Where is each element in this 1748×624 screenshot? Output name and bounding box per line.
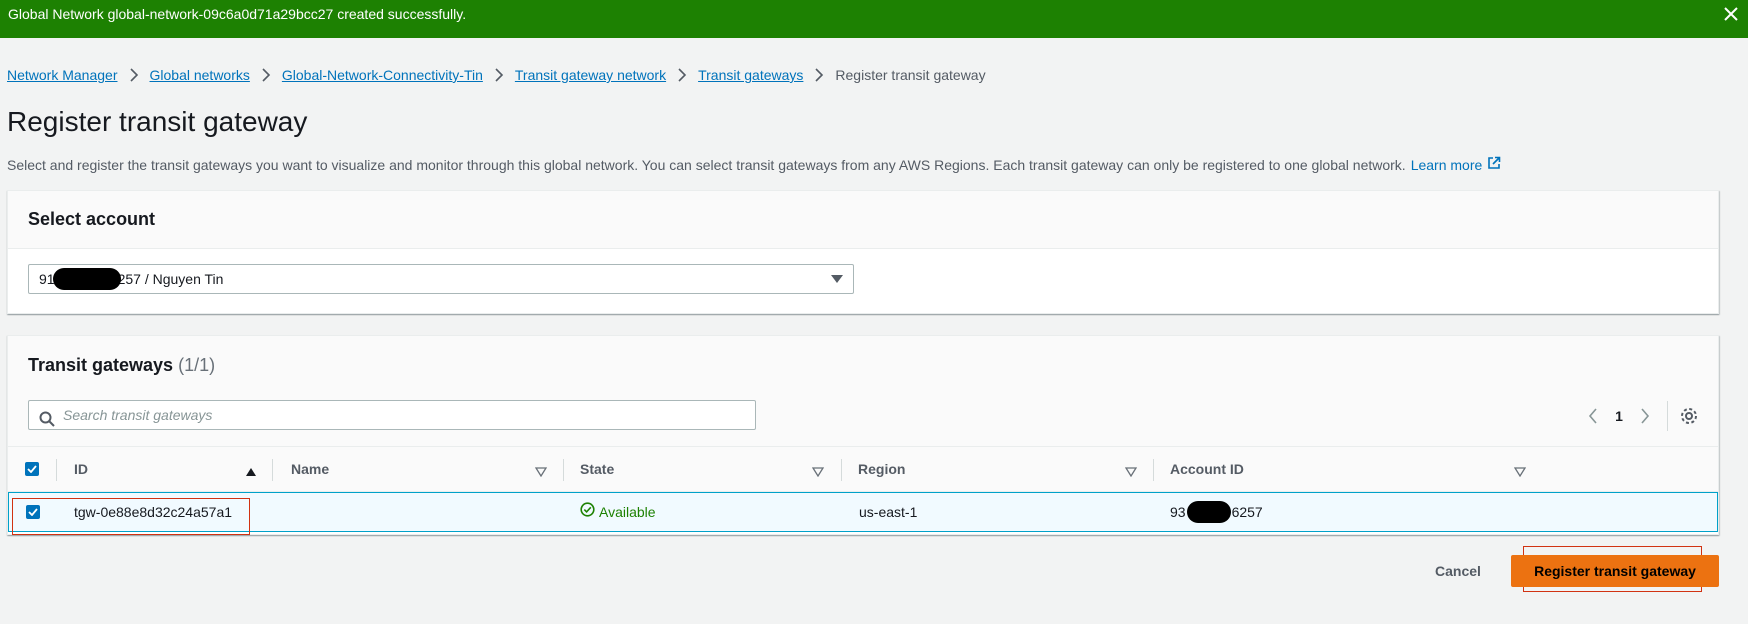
panel-header (8, 191, 1718, 249)
learn-more-label: Learn more (1410, 156, 1483, 173)
table-header-row: ID Name State Region Account ID (8, 446, 1718, 492)
breadcrumb: Network Manager Global networks Global-N… (7, 65, 986, 85)
redaction-mark (53, 268, 121, 290)
chevron-right-icon (250, 68, 282, 82)
previous-page-icon[interactable] (1583, 406, 1603, 426)
selection-count: (1/1) (178, 355, 216, 375)
sort-unsorted-icon[interactable] (1513, 464, 1527, 482)
close-icon[interactable] (1722, 4, 1740, 22)
select-account-title: Select account (28, 209, 156, 229)
current-page-number[interactable]: 1 (1603, 408, 1635, 424)
page-description: Select and register the transit gateways… (7, 156, 1501, 173)
chevron-right-icon (803, 68, 835, 82)
select-account-panel: Select account 91 257 / Nguyen Tin (7, 190, 1719, 314)
status-ok-icon (580, 493, 595, 531)
pager-divider (1667, 401, 1668, 431)
select-all-checkbox[interactable] (25, 462, 39, 476)
caret-down-icon (831, 275, 843, 283)
transit-gateways-title-text: Transit gateways (28, 355, 174, 375)
transit-gateways-panel: Transit gateways (1/1) Search transit ga… (7, 335, 1719, 535)
sort-unsorted-icon[interactable] (1124, 464, 1138, 482)
cancel-button[interactable]: Cancel (1420, 556, 1496, 586)
highlight-box (12, 498, 250, 535)
column-divider (1153, 459, 1154, 481)
external-link-icon (1487, 156, 1501, 173)
chevron-right-icon (483, 68, 515, 82)
column-header-name[interactable]: Name (291, 447, 329, 492)
state-label: Available (599, 504, 656, 520)
page-title: Register transit gateway (7, 106, 308, 137)
breadcrumb-global-networks[interactable]: Global networks (150, 67, 250, 83)
flash-message: Global Network global-network-09c6a0d71a… (8, 6, 467, 22)
search-icon (39, 408, 55, 436)
pagination: 1 (1583, 401, 1718, 431)
column-divider (563, 459, 564, 481)
register-transit-gateway-button[interactable]: Register transit gateway (1511, 555, 1719, 587)
account-select[interactable]: 91 257 / Nguyen Tin (28, 264, 854, 294)
cell-state: Available (580, 493, 656, 531)
column-divider (841, 459, 842, 481)
redaction-mark (1187, 501, 1231, 523)
breadcrumb-transit-gateway-network[interactable]: Transit gateway network (515, 67, 666, 83)
search-placeholder: Search transit gateways (63, 407, 213, 423)
breadcrumb-transit-gateways[interactable]: Transit gateways (698, 67, 803, 83)
sort-unsorted-icon[interactable] (811, 464, 825, 482)
success-flash-banner: Global Network global-network-09c6a0d71a… (0, 0, 1748, 38)
description-text: Select and register the transit gateways… (7, 156, 1406, 173)
chevron-right-icon (666, 68, 698, 82)
breadcrumb-global-network[interactable]: Global-Network-Connectivity-Tin (282, 67, 483, 83)
column-header-account-id[interactable]: Account ID (1170, 447, 1244, 492)
next-page-icon[interactable] (1635, 406, 1655, 426)
account-id-suffix: 6257 (1231, 504, 1263, 520)
account-selected-value: 257 / Nguyen Tin (117, 271, 224, 287)
search-input[interactable]: Search transit gateways (28, 400, 756, 430)
column-divider (56, 459, 57, 481)
cell-region: us-east-1 (859, 504, 918, 520)
breadcrumb-current: Register transit gateway (835, 67, 986, 83)
sort-unsorted-icon[interactable] (534, 464, 548, 482)
gear-icon[interactable] (1680, 407, 1698, 425)
sort-ascending-icon[interactable] (245, 464, 257, 482)
breadcrumb-network-manager[interactable]: Network Manager (7, 67, 118, 83)
learn-more-link[interactable]: Learn more (1411, 156, 1502, 173)
column-header-id[interactable]: ID (74, 447, 88, 492)
chevron-right-icon (118, 68, 150, 82)
transit-gateways-title: Transit gateways (1/1) (28, 355, 215, 376)
account-id-prefix: 93 (1170, 504, 1186, 520)
column-header-state[interactable]: State (580, 447, 614, 492)
table-row[interactable]: tgw-0e88e8d32c24a57a1 Available us-east-… (8, 492, 1718, 532)
column-divider (272, 459, 273, 481)
column-header-region[interactable]: Region (858, 447, 905, 492)
